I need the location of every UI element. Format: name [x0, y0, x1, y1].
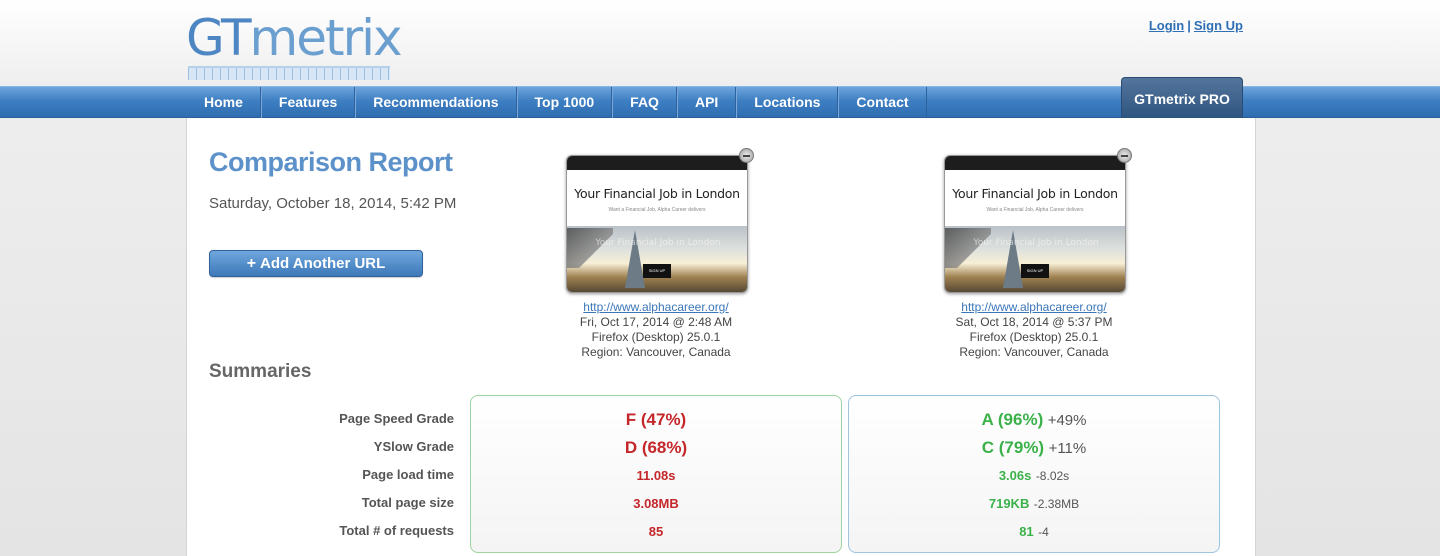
main-nav: Home Features Recommendations Top 1000 F… — [187, 87, 927, 118]
auth-separator: | — [1187, 18, 1191, 33]
signup-link[interactable]: Sign Up — [1194, 18, 1243, 33]
summary-box-before: F (47%) D (68%) 11.08s 3.08MB 85 — [470, 395, 842, 553]
nav-recommendations[interactable]: Recommendations — [355, 87, 517, 118]
requests-before: 85 — [648, 524, 664, 539]
screenshot-crane-graphic — [567, 228, 613, 268]
screenshot-cta: SIGN UP — [643, 264, 671, 278]
yslow-delta: +11% — [1048, 440, 1087, 457]
screenshot-crane-graphic — [945, 228, 991, 268]
page-size-before: 3.08MB — [633, 496, 679, 511]
report-date: Saturday, October 18, 2014, 5:42 PM — [209, 195, 457, 212]
label-requests: Total # of requests — [339, 523, 454, 538]
yslow-grade-after: C (79%) — [981, 438, 1045, 457]
add-another-url-label: Add Another URL — [260, 255, 386, 272]
nav-faq[interactable]: FAQ — [612, 87, 677, 118]
summaries-heading: Summaries — [209, 361, 312, 382]
page-speed-grade-before: F (47%) — [625, 410, 687, 429]
url-link-2[interactable]: http://www.alphacareer.org/ — [961, 300, 1106, 314]
requests-after: 81 — [1019, 524, 1034, 539]
page-screenshot-2[interactable]: Your Financial Job in London Want a Fina… — [944, 155, 1126, 293]
page-screenshot-1[interactable]: Your Financial Job in London Want a Fina… — [566, 155, 748, 293]
screenshot-subheading: Want a Financial Job, Alpha Career deliv… — [986, 207, 1084, 213]
login-link[interactable]: Login — [1149, 18, 1184, 33]
screenshot-topbar — [567, 156, 747, 170]
logo-text-prefix: GT — [186, 9, 252, 67]
label-page-size: Total page size — [361, 495, 454, 510]
screenshot-1-meta: http://www.alphacareer.org/ Fri, Oct 17,… — [546, 300, 766, 360]
nav-locations[interactable]: Locations — [736, 87, 839, 118]
label-load-time: Page load time — [362, 467, 454, 482]
screenshot-2-meta: http://www.alphacareer.org/ Sat, Oct 18,… — [924, 300, 1144, 360]
gtmetrix-logo[interactable]: GTmetrix — [186, 9, 403, 80]
url-link-1[interactable]: http://www.alphacareer.org/ — [583, 300, 728, 314]
screenshot-subheading: Want a Financial Job, Alpha Career deliv… — [608, 207, 706, 213]
nav-top-1000[interactable]: Top 1000 — [516, 87, 613, 118]
requests-delta: -4 — [1038, 525, 1049, 539]
logo-text-suffix: metrix — [249, 9, 403, 67]
screenshot-cta: SIGN UP — [1021, 264, 1049, 278]
browser-2: Firefox (Desktop) 25.0.1 — [969, 330, 1099, 344]
add-another-url-button[interactable]: + Add Another URL — [209, 250, 423, 277]
page-speed-delta: +49% — [1047, 412, 1087, 429]
page-size-delta: -2.38MB — [1033, 497, 1080, 511]
screenshot-topbar — [945, 156, 1125, 170]
yslow-grade-before: D (68%) — [624, 438, 688, 457]
screenshot-heading: Your Financial Job in London — [952, 186, 1118, 201]
nav-api[interactable]: API — [676, 87, 737, 118]
page-title: Comparison Report — [209, 147, 453, 177]
page-size-after: 719KB — [988, 496, 1030, 511]
site-header: GTmetrix Login | Sign Up — [0, 0, 1440, 86]
logo-ruler-graphic — [188, 66, 390, 80]
load-time-after: 3.06s — [998, 468, 1032, 483]
screenshot-ghost-heading: Your Financial Job in London — [973, 238, 1099, 248]
nav-home[interactable]: Home — [187, 87, 261, 118]
browser-1: Firefox (Desktop) 25.0.1 — [591, 330, 721, 344]
plus-icon: + — [246, 255, 257, 272]
gtmetrix-pro-tab[interactable]: GTmetrix PRO — [1121, 77, 1243, 118]
remove-url-2-icon[interactable] — [1117, 148, 1132, 163]
page-speed-grade-after: A (96%) — [981, 410, 1044, 429]
tested-time-2: Sat, Oct 18, 2014 @ 5:37 PM — [955, 315, 1113, 329]
nav-features[interactable]: Features — [260, 87, 356, 118]
summary-box-after: A (96%) +49% C (79%) +11% 3.06s -8.02s 7… — [848, 395, 1220, 553]
tested-time-1: Fri, Oct 17, 2014 @ 2:48 AM — [579, 315, 733, 329]
remove-url-1-icon[interactable] — [739, 148, 754, 163]
nav-contact[interactable]: Contact — [838, 87, 927, 118]
load-time-before: 11.08s — [636, 468, 676, 483]
auth-links: Login | Sign Up — [1149, 18, 1243, 33]
screenshot-ghost-heading: Your Financial Job in London — [595, 238, 721, 248]
label-yslow: YSlow Grade — [373, 439, 454, 454]
region-1: Region: Vancouver, Canada — [581, 345, 731, 359]
label-page-speed: Page Speed Grade — [339, 411, 454, 426]
summary-labels: Page Speed Grade YSlow Grade Page load t… — [240, 405, 454, 545]
load-time-delta: -8.02s — [1035, 469, 1070, 483]
screenshot-heading: Your Financial Job in London — [574, 186, 740, 201]
region-2: Region: Vancouver, Canada — [959, 345, 1109, 359]
